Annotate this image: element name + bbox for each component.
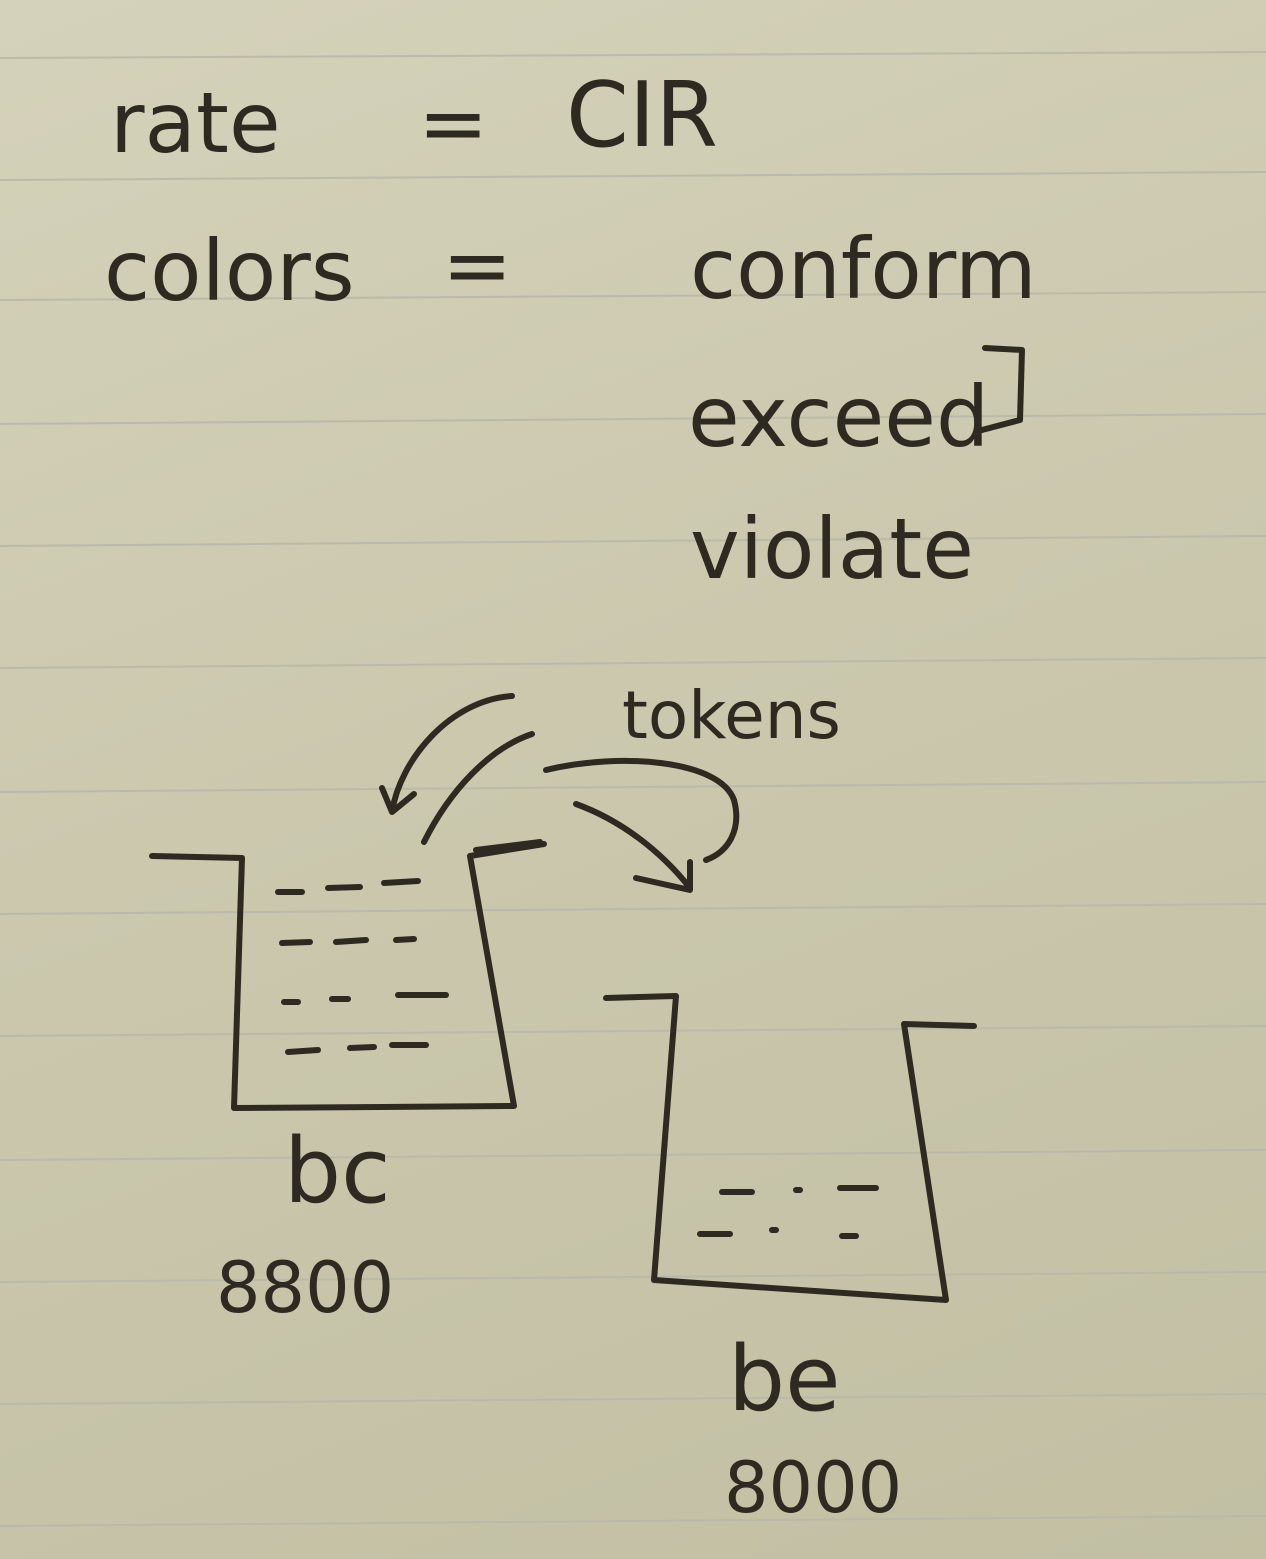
bucket-left-value: 8800	[216, 1247, 394, 1329]
color-conform: conform	[690, 220, 1037, 318]
bucket-left-label: bc	[284, 1119, 391, 1224]
bucket-left-outline	[149, 841, 547, 1111]
color-violate: violate	[690, 500, 974, 598]
token-arrow-in	[379, 693, 535, 845]
bucket-right-outline	[603, 993, 977, 1303]
color-exceed: exceed	[688, 368, 989, 466]
colors-equals: =	[442, 216, 512, 314]
bucket-left-tokens	[275, 878, 449, 1055]
bucket-right-label: be	[728, 1327, 841, 1432]
colors-term: colors	[104, 222, 355, 320]
rate-equals: =	[418, 74, 488, 172]
handwritten-notes: rate = CIR colors = conform exceed viola…	[104, 63, 1037, 1529]
rate-value: CIR	[566, 63, 718, 168]
notebook-page: rate = CIR colors = conform exceed viola…	[0, 0, 1266, 1559]
rate-term: rate	[110, 74, 281, 172]
bucket-right-value: 8000	[724, 1447, 902, 1529]
overflow-arrow	[473, 757, 740, 893]
tokens-label: tokens	[622, 677, 841, 754]
bucket-right-tokens	[697, 1185, 879, 1239]
